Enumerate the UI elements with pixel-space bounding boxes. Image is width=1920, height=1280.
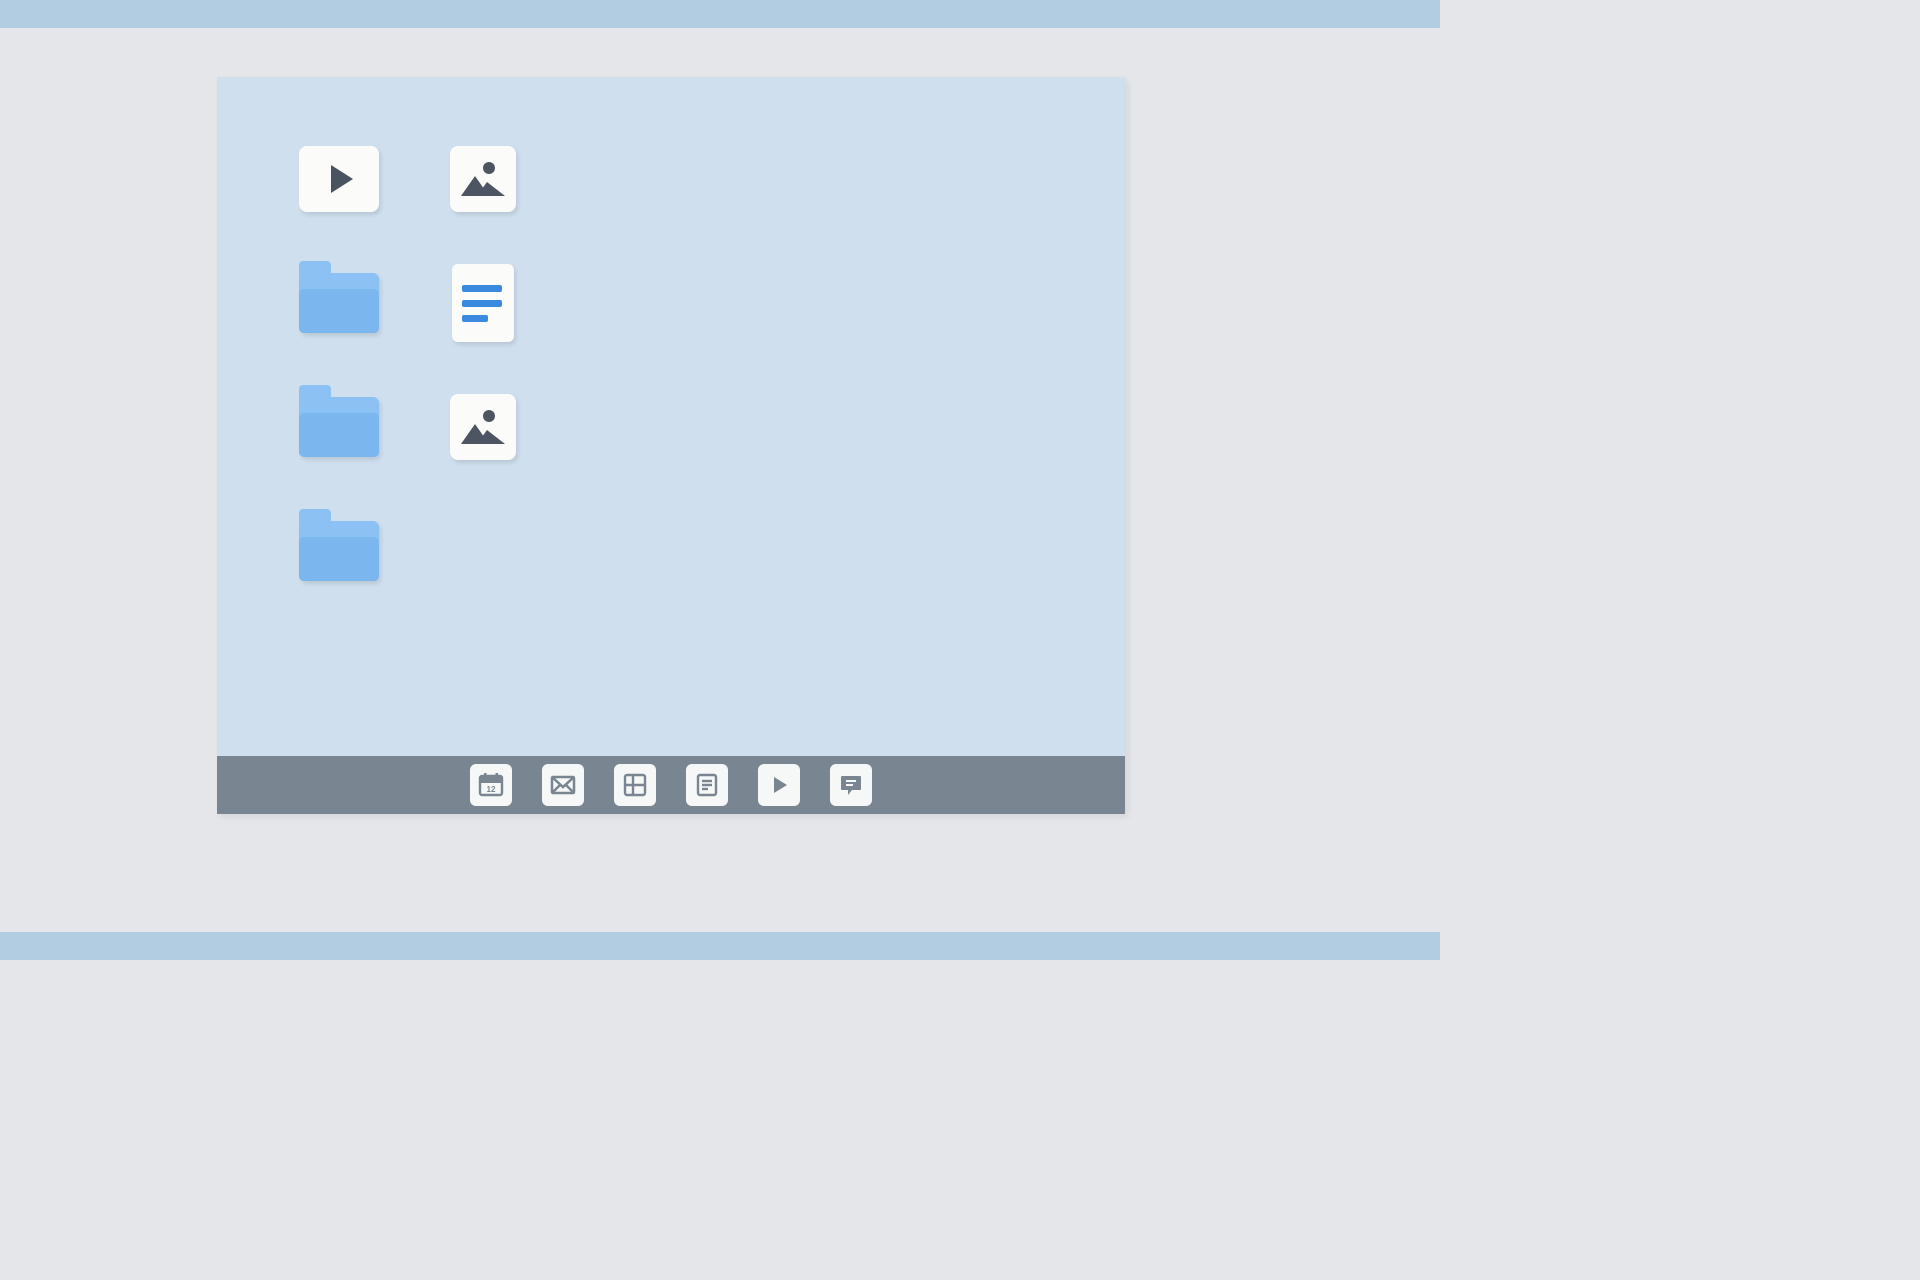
taskbar: 12	[217, 756, 1125, 814]
desktop-item-video[interactable]	[297, 142, 381, 216]
grid-icon	[621, 771, 649, 799]
svg-text:12: 12	[487, 785, 496, 794]
taskbar-app-chat[interactable]	[830, 764, 872, 806]
top-band	[0, 0, 1440, 28]
image-icon	[450, 146, 516, 212]
play-icon	[765, 771, 793, 799]
bottom-band	[0, 932, 1440, 960]
taskbar-app-notes[interactable]	[686, 764, 728, 806]
desktop-item-image[interactable]	[441, 390, 525, 464]
note-icon	[693, 771, 721, 799]
mail-icon	[549, 771, 577, 799]
desktop-icon-grid	[297, 142, 525, 598]
desktop-item-folder[interactable]	[297, 514, 381, 588]
folder-icon	[299, 397, 379, 457]
desktop-item-folder[interactable]	[297, 266, 381, 340]
desktop-window: 12	[217, 77, 1125, 814]
desktop-item-image[interactable]	[441, 142, 525, 216]
taskbar-app-media[interactable]	[758, 764, 800, 806]
taskbar-app-mail[interactable]	[542, 764, 584, 806]
desktop-item-textdoc[interactable]	[441, 266, 525, 340]
desktop-item-folder[interactable]	[297, 390, 381, 464]
calendar-icon: 12	[477, 771, 505, 799]
play-icon	[299, 146, 379, 212]
taskbar-app-calendar[interactable]: 12	[470, 764, 512, 806]
folder-icon	[299, 521, 379, 581]
chat-icon	[837, 771, 865, 799]
folder-icon	[299, 273, 379, 333]
text-document-icon	[452, 264, 514, 342]
taskbar-app-grid[interactable]	[614, 764, 656, 806]
image-icon	[450, 394, 516, 460]
